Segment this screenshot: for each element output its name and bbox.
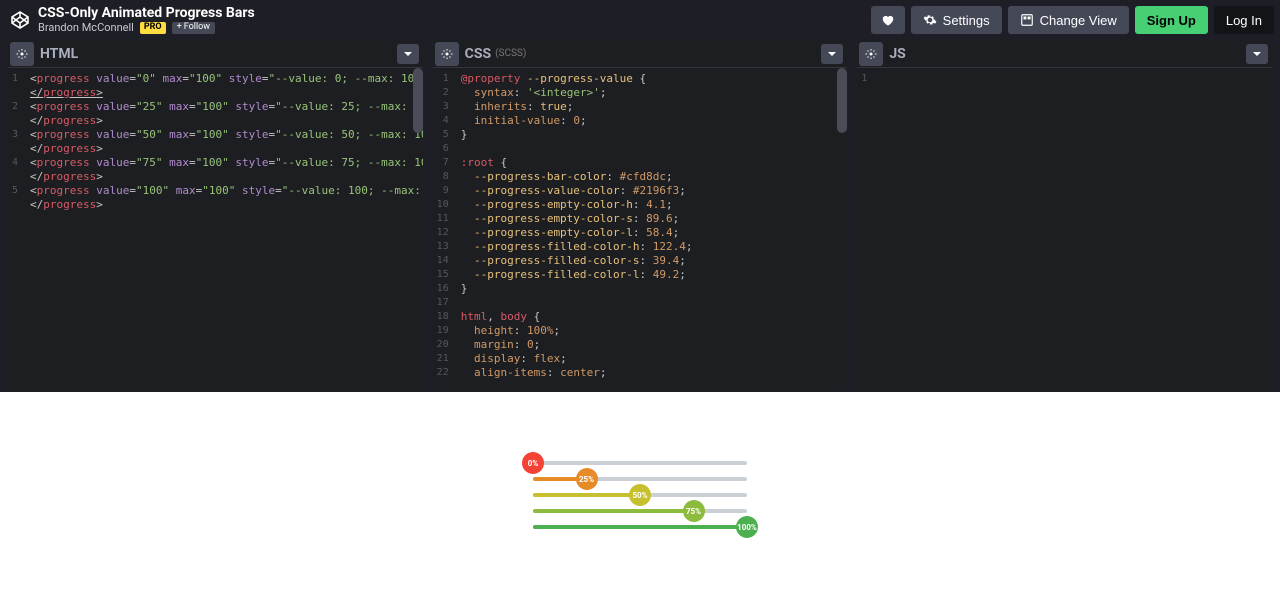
css-panel-menu[interactable] — [821, 44, 843, 64]
js-panel-title: JS — [889, 46, 905, 62]
html-editor[interactable]: 12345 <progress value="0" max="100" styl… — [8, 68, 423, 392]
css-panel-subtitle: (SCSS) — [495, 48, 526, 59]
follow-label: Follow — [184, 23, 210, 33]
css-editor[interactable]: 12345678910111213141516171819202122 @pro… — [433, 68, 848, 392]
change-view-label: Change View — [1040, 13, 1117, 28]
js-settings-button[interactable] — [859, 42, 883, 66]
progress-bar: 0% — [533, 461, 747, 465]
title-block: CSS-Only Animated Progress Bars Brandon … — [38, 6, 871, 34]
progress-bubble: 25% — [576, 468, 598, 490]
preview-pane: 0% 25% 50% 75% 100% — [0, 392, 1280, 598]
css-panel-header: CSS (SCSS) — [433, 40, 848, 68]
html-settings-button[interactable] — [10, 42, 34, 66]
gear-icon — [923, 13, 937, 27]
chevron-down-icon — [403, 49, 413, 59]
js-gutter: 1 — [857, 68, 873, 392]
css-panel-title: CSS — [465, 46, 491, 62]
css-code: @property --progress-value { syntax: '<i… — [455, 68, 848, 392]
progress-bubble: 100% — [736, 516, 758, 538]
js-panel-menu[interactable] — [1246, 44, 1268, 64]
gear-icon — [865, 48, 877, 60]
author-name[interactable]: Brandon McConnell — [38, 22, 134, 34]
header-actions: Settings Change View Sign Up Log In — [871, 6, 1274, 34]
plus-icon: + — [177, 23, 182, 33]
codepen-icon — [10, 10, 30, 30]
css-settings-button[interactable] — [435, 42, 459, 66]
login-button[interactable]: Log In — [1214, 6, 1274, 34]
js-panel-header: JS — [857, 40, 1272, 68]
login-label: Log In — [1226, 13, 1262, 28]
css-panel: CSS (SCSS) 12345678910111213141516171819… — [433, 40, 848, 392]
pro-badge: PRO — [140, 22, 166, 34]
scrollbar[interactable] — [837, 68, 847, 133]
progress-bubble: 0% — [522, 452, 544, 474]
change-view-button[interactable]: Change View — [1008, 6, 1129, 34]
scrollbar[interactable] — [413, 68, 423, 133]
signup-label: Sign Up — [1147, 13, 1196, 28]
settings-button[interactable]: Settings — [911, 6, 1002, 34]
js-code — [873, 68, 1272, 392]
progress-bar: 75% — [533, 509, 747, 513]
progress-bubble: 50% — [629, 484, 651, 506]
pen-title: CSS-Only Animated Progress Bars — [38, 6, 871, 21]
html-panel-header: HTML — [8, 40, 423, 68]
settings-label: Settings — [943, 13, 990, 28]
progress-bar: 100% — [533, 525, 747, 529]
author-row: Brandon McConnell PRO + Follow — [38, 22, 871, 34]
chevron-down-icon — [827, 49, 837, 59]
codepen-logo[interactable] — [8, 8, 32, 32]
progress-bar: 25% — [533, 477, 747, 481]
gear-icon — [441, 48, 453, 60]
html-gutter: 12345 — [8, 68, 24, 392]
js-editor[interactable]: 1 — [857, 68, 1272, 392]
js-panel: JS 1 — [857, 40, 1272, 392]
heart-icon — [881, 13, 895, 27]
editor-panels: HTML 12345 <progress value="0" max="100"… — [0, 40, 1280, 392]
html-panel-menu[interactable] — [397, 44, 419, 64]
html-panel-title: HTML — [40, 46, 78, 62]
signup-button[interactable]: Sign Up — [1135, 6, 1208, 34]
layout-icon — [1020, 13, 1034, 27]
css-gutter: 12345678910111213141516171819202122 — [433, 68, 455, 392]
chevron-down-icon — [1252, 49, 1262, 59]
progress-bar: 50% — [533, 493, 747, 497]
progress-bubble: 75% — [683, 500, 705, 522]
app-header: CSS-Only Animated Progress Bars Brandon … — [0, 0, 1280, 40]
love-button[interactable] — [871, 6, 905, 34]
html-code: <progress value="0" max="100" style="--v… — [24, 68, 423, 392]
gear-icon — [16, 48, 28, 60]
html-panel: HTML 12345 <progress value="0" max="100"… — [8, 40, 423, 392]
follow-button[interactable]: + Follow — [172, 22, 215, 34]
